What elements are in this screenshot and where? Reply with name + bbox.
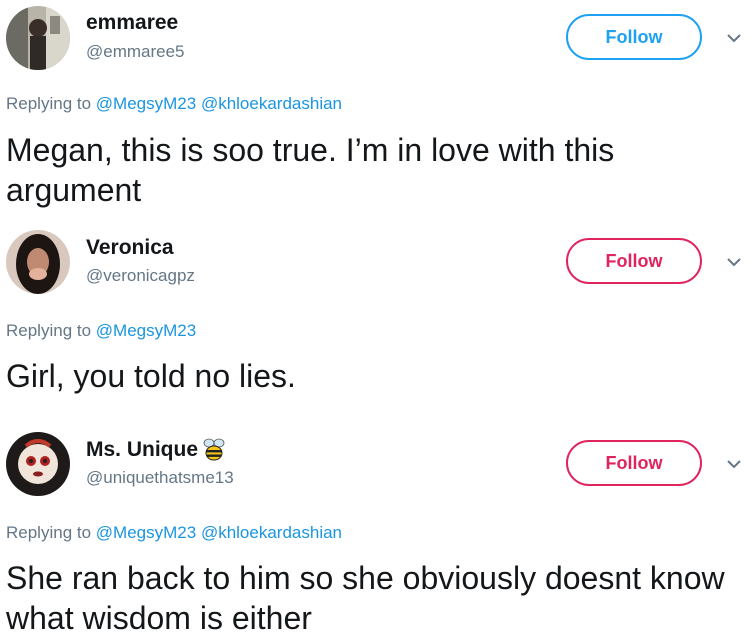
follow-button[interactable]: Follow	[566, 14, 702, 60]
mention-link[interactable]: @khloekardashian	[201, 523, 342, 542]
avatar[interactable]	[6, 432, 70, 496]
user-handle[interactable]: @uniquethatsme13	[86, 468, 234, 488]
replying-to: Replying to @MegsyM23	[6, 321, 197, 340]
tweet-text: Girl, you told no lies.	[6, 358, 296, 394]
mention-link[interactable]: @MegsyM23	[96, 94, 196, 113]
mention-link[interactable]: @MegsyM23	[96, 321, 196, 340]
tweet-text: Megan, this is soo true. I’m in love wit…	[6, 132, 615, 208]
avatar[interactable]	[6, 6, 70, 70]
display-name[interactable]: emmaree	[86, 11, 178, 35]
bee-icon	[203, 438, 225, 461]
mention-link[interactable]: @MegsyM23	[96, 523, 196, 542]
user-handle[interactable]: @veronicagpz	[86, 266, 195, 286]
replying-to: Replying to @MegsyM23 @khloekardashian	[6, 523, 343, 542]
chevron-down-icon[interactable]	[724, 454, 744, 474]
follow-button[interactable]: Follow	[566, 440, 702, 486]
mention-link[interactable]: @khloekardashian	[201, 94, 342, 113]
display-name[interactable]: Ms. Unique	[86, 437, 226, 463]
user-handle[interactable]: @emmaree5	[86, 42, 185, 62]
display-name[interactable]: Veronica	[86, 236, 174, 260]
follow-button[interactable]: Follow	[566, 238, 702, 284]
avatar[interactable]	[6, 230, 70, 294]
tweet-text: She ran back to him so she obviously doe…	[6, 560, 725, 636]
replying-to: Replying to @MegsyM23 @khloekardashian	[6, 94, 343, 113]
chevron-down-icon[interactable]	[724, 28, 744, 48]
chevron-down-icon[interactable]	[724, 252, 744, 272]
